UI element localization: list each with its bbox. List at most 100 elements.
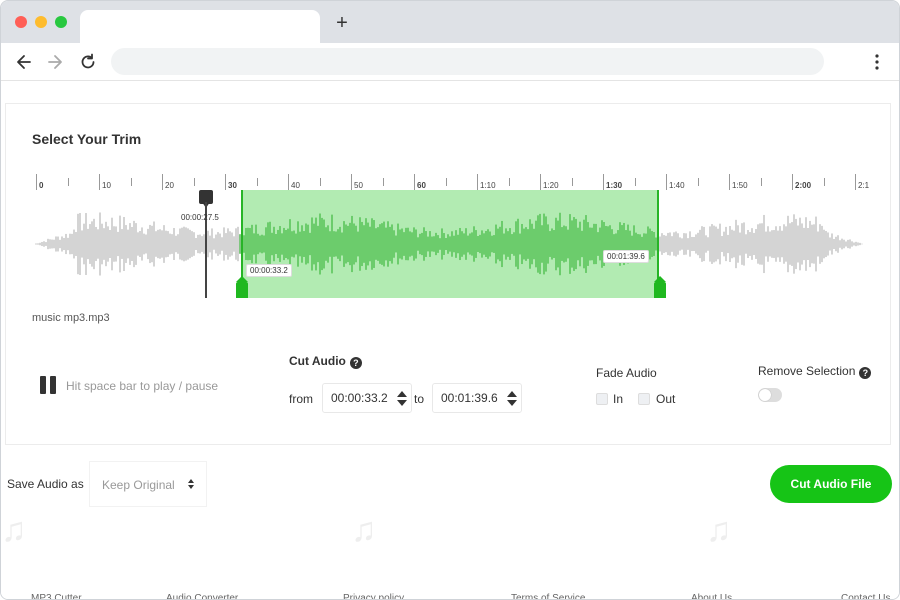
ruler-tick	[603, 174, 604, 190]
maximize-window-icon[interactable]	[55, 16, 67, 28]
footer-link[interactable]: About Us	[691, 593, 732, 599]
ruler-label: 1:40	[669, 181, 685, 190]
page-content: ♫ ♫ ♫ Select Your Trim 0 10 20 30 40 50 60 1:10…	[1, 81, 899, 599]
ruler-label: 2:1	[858, 181, 870, 190]
back-icon[interactable]	[14, 52, 34, 72]
file-name: music mp3.mp3	[32, 312, 110, 324]
ruler-minor-tick	[130, 178, 132, 186]
browser-tab[interactable]	[80, 10, 320, 44]
music-note-icon: ♫	[1, 511, 27, 549]
ruler-tick	[351, 174, 352, 190]
cut-to-input[interactable]: 00:01:39.6	[432, 383, 522, 413]
browser-toolbar	[1, 43, 899, 81]
more-menu-icon[interactable]	[869, 52, 885, 72]
music-note-icon: ♫	[351, 511, 377, 549]
music-note-icon: ♫	[706, 511, 732, 549]
cut-to-value: 00:01:39.6	[441, 391, 498, 405]
stepper-icon[interactable]	[397, 391, 407, 407]
new-tab-icon[interactable]: +	[332, 13, 352, 33]
address-bar[interactable]	[111, 48, 824, 75]
ruler-tick	[414, 174, 415, 190]
browser-tab-bar: +	[1, 1, 899, 44]
selection-start-time: 00:00:33.2	[246, 264, 292, 277]
ruler-label: 0	[39, 181, 44, 190]
footer-link[interactable]: MP3 Cutter	[31, 593, 82, 599]
cut-audio-label: Cut Audio?	[289, 354, 362, 369]
cut-from-input[interactable]: 00:00:33.2	[322, 383, 412, 413]
ruler-minor-tick	[571, 178, 573, 186]
forward-icon[interactable]	[45, 52, 65, 72]
ruler-label: 2:00	[795, 181, 812, 190]
minimize-window-icon[interactable]	[35, 16, 47, 28]
ruler-label: 30	[228, 181, 237, 190]
output-format-select[interactable]: Keep Original	[89, 461, 207, 507]
ruler-minor-tick	[382, 178, 384, 186]
save-audio-label: Save Audio as	[7, 477, 84, 491]
footer-link[interactable]: Privacy policy	[343, 593, 404, 599]
ruler-tick	[729, 174, 730, 190]
fade-in-label: In	[613, 392, 624, 406]
ruler-minor-tick	[823, 178, 825, 186]
trim-editor-panel: Select Your Trim 0 10 20 30 40 50 60 1:10 1:20 1:…	[5, 103, 891, 445]
fade-audio-label: Fade Audio	[596, 366, 657, 380]
help-icon[interactable]: ?	[349, 357, 362, 369]
selection-end-time: 00:01:39.6	[603, 250, 649, 263]
to-label: to	[414, 392, 425, 406]
selection-start-handle[interactable]	[236, 276, 248, 298]
ruler-label: 10	[102, 181, 111, 190]
ruler-minor-tick	[445, 178, 447, 186]
ruler-label: 1:20	[543, 181, 559, 190]
playhead-time: 00:00:27.5	[181, 213, 219, 222]
reload-icon[interactable]	[78, 52, 98, 72]
selection-end-handle[interactable]	[654, 276, 666, 298]
ruler-minor-tick	[634, 178, 636, 186]
cut-from-value: 00:00:33.2	[331, 391, 388, 405]
ruler-label: 1:50	[732, 181, 748, 190]
ruler-minor-tick	[697, 178, 699, 186]
ruler-tick	[540, 174, 541, 190]
ruler-tick	[225, 174, 226, 190]
footer-link[interactable]: Terms of Service	[511, 593, 585, 599]
remove-selection-text: Remove Selection	[758, 364, 856, 378]
remove-selection-toggle[interactable]	[758, 388, 782, 402]
select-arrows-icon	[188, 479, 196, 491]
ruler-tick	[162, 174, 163, 190]
footer-links: MP3 Cutter Audio Converter Privacy policy T…	[1, 591, 899, 599]
ruler-minor-tick	[193, 178, 195, 186]
ruler-tick	[288, 174, 289, 190]
playback-hint: Hit space bar to play / pause	[66, 379, 219, 393]
footer-link[interactable]: Audio Converter	[166, 593, 238, 599]
stepper-icon[interactable]	[507, 391, 517, 407]
ruler-tick	[792, 174, 793, 190]
trim-selection-region[interactable]	[241, 190, 659, 298]
ruler-tick	[855, 174, 856, 190]
ruler-minor-tick	[760, 178, 762, 186]
ruler-label: 1:30	[606, 181, 623, 190]
remove-selection-label: Remove Selection?	[758, 364, 872, 379]
ruler-label: 60	[417, 181, 426, 190]
pause-icon[interactable]	[40, 376, 56, 394]
fade-out-label: Out	[656, 392, 676, 406]
fade-in-checkbox[interactable]	[596, 393, 608, 405]
ruler-label: 50	[354, 181, 363, 190]
ruler-minor-tick	[256, 178, 258, 186]
output-format-value: Keep Original	[102, 478, 175, 492]
footer-link[interactable]: Contact Us	[841, 593, 890, 599]
ruler-minor-tick	[319, 178, 321, 186]
ruler-tick	[666, 174, 667, 190]
ruler-tick	[36, 174, 37, 190]
ruler-minor-tick	[67, 178, 69, 186]
ruler-label: 40	[291, 181, 300, 190]
ruler-tick	[477, 174, 478, 190]
close-window-icon[interactable]	[15, 16, 27, 28]
cut-audio-label-text: Cut Audio	[289, 354, 346, 368]
from-label: from	[289, 392, 313, 406]
ruler-tick	[99, 174, 100, 190]
browser-window: + ♫ ♫ ♫ Select Your Trim 0 10 20 30 40 50 60 1:…	[0, 0, 900, 600]
ruler-minor-tick	[508, 178, 510, 186]
fade-out-checkbox[interactable]	[638, 393, 650, 405]
help-icon[interactable]: ?	[859, 367, 872, 379]
cut-audio-file-button[interactable]: Cut Audio File	[770, 465, 892, 503]
ruler-label: 20	[165, 181, 174, 190]
ruler-label: 1:10	[480, 181, 496, 190]
